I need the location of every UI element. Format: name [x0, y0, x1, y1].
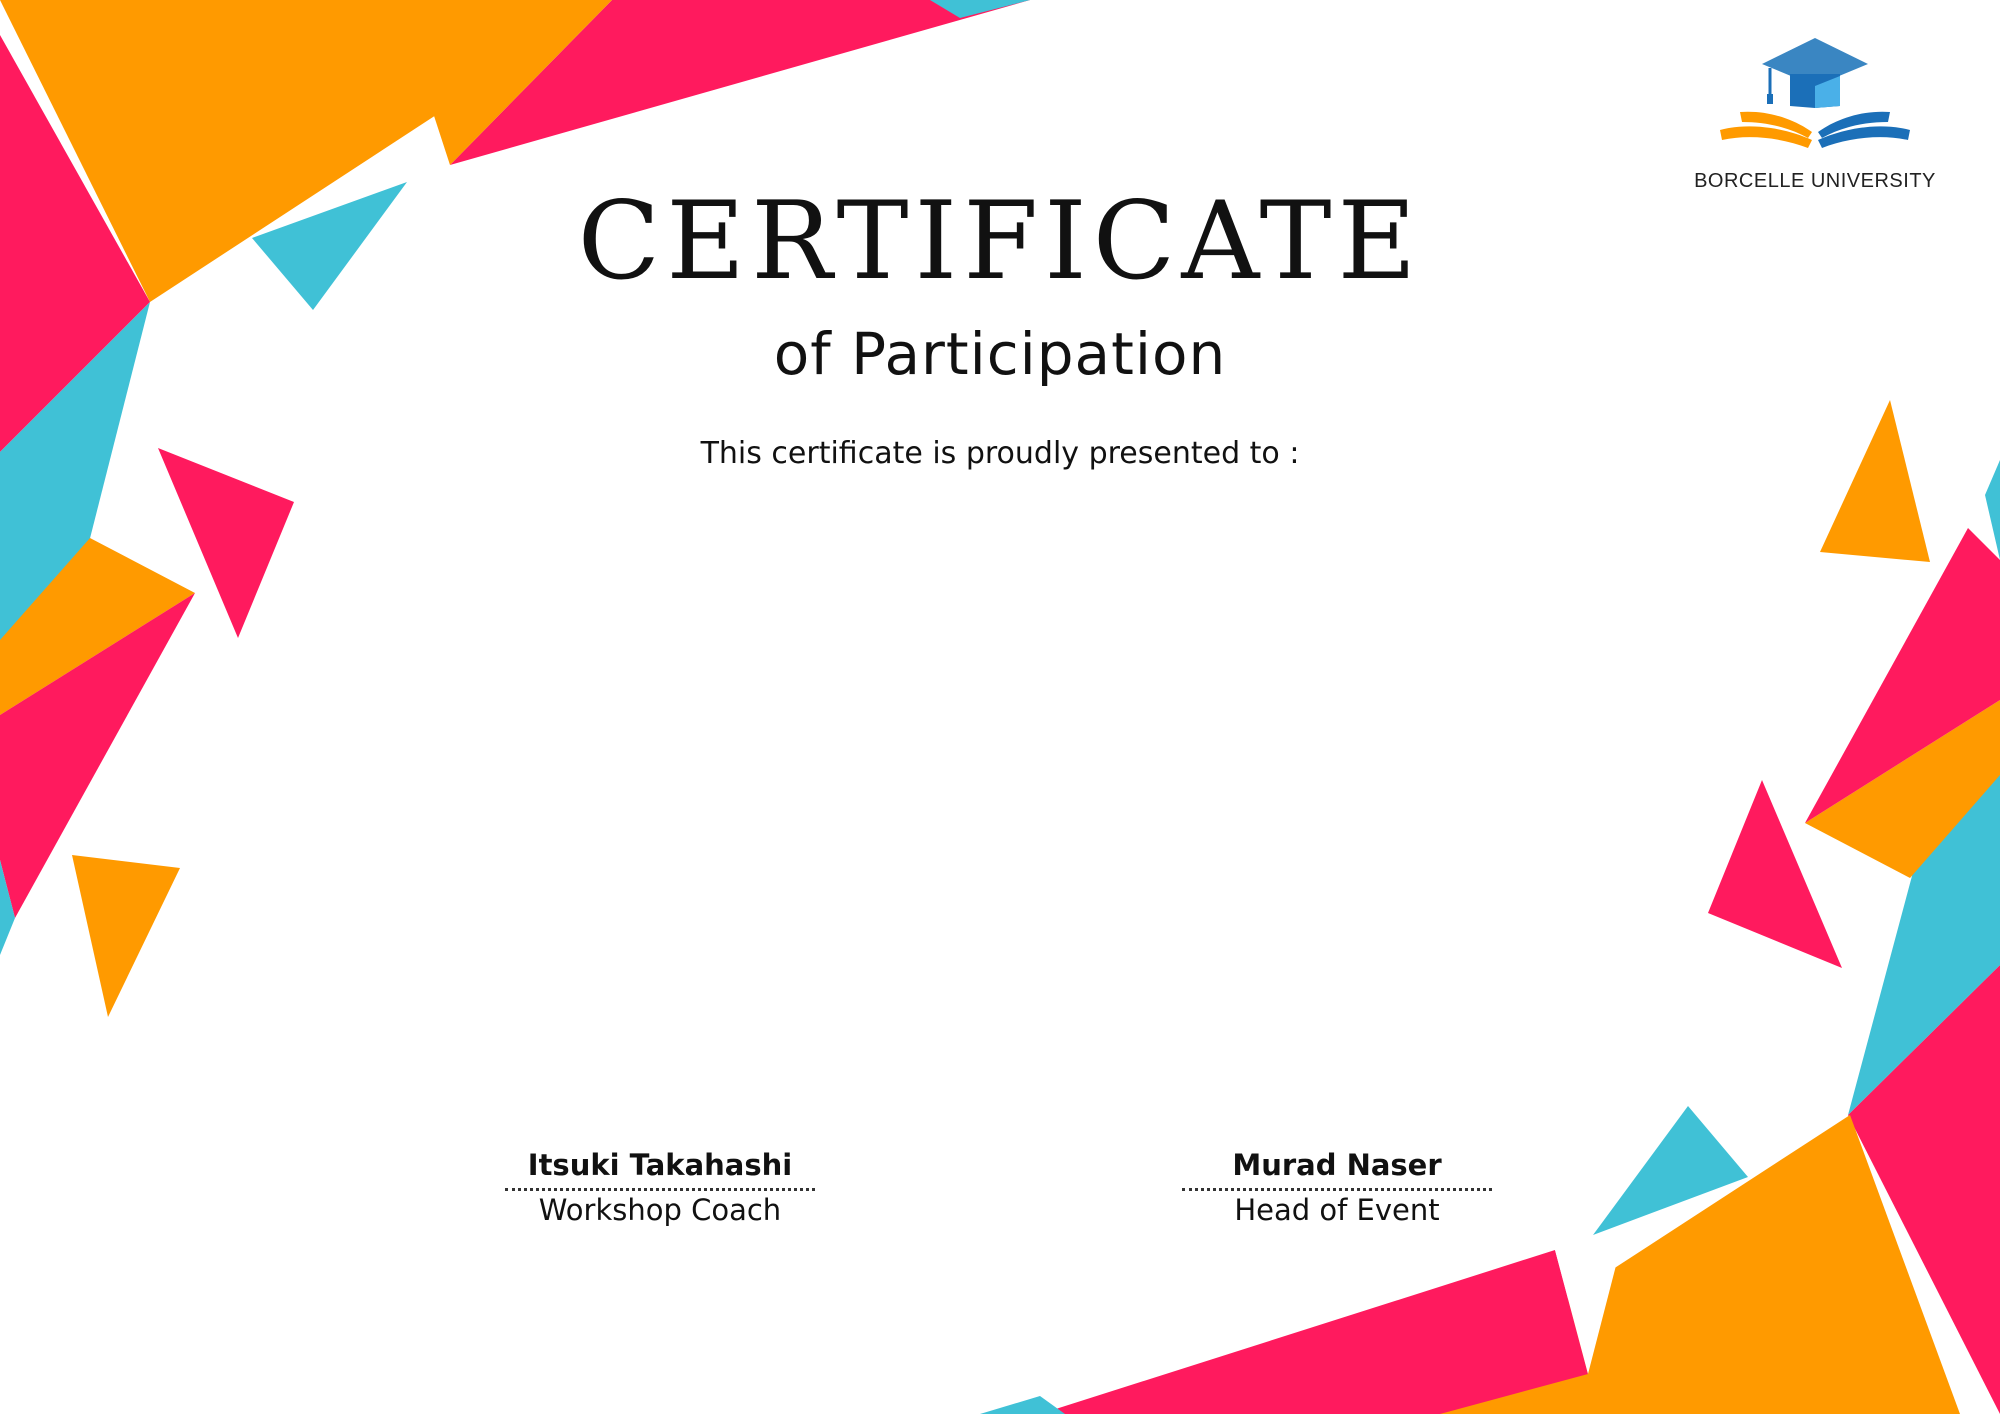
deco-triangle: [1820, 400, 1930, 562]
presented-to-text: This certificate is proudly presented to…: [700, 436, 1300, 471]
signature-block-right: Murad Naser Head of Event: [1182, 1148, 1492, 1227]
signatory-name: Itsuki Takahashi: [505, 1148, 815, 1191]
certificate-subtitle: of Participation: [773, 320, 1227, 388]
deco-triangle: [1040, 1250, 1588, 1414]
signature-block-left: Itsuki Takahashi Workshop Coach: [505, 1148, 815, 1227]
signatory-role: Head of Event: [1234, 1193, 1440, 1227]
signatory-role: Workshop Coach: [538, 1193, 782, 1227]
deco-triangle: [72, 855, 180, 1017]
deco-triangle: [980, 1396, 1065, 1414]
deco-triangle: [1985, 460, 2000, 560]
certificate-page: BORCELLE UNIVERSITY CERTIFICATE of Parti…: [0, 0, 2000, 1414]
signatory-name: Murad Naser: [1182, 1148, 1492, 1191]
certificate-title: CERTIFICATE: [577, 179, 1423, 304]
